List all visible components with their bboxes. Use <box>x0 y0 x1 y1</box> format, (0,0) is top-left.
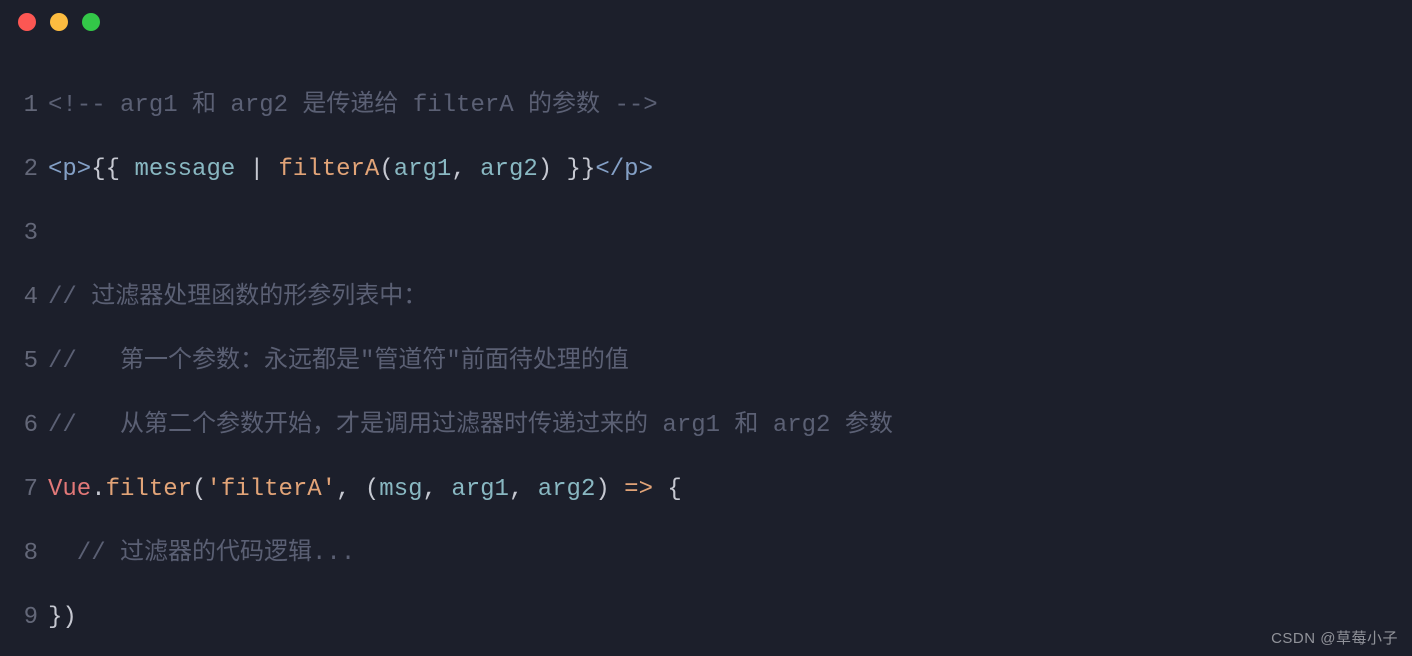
code-line: 7 Vue.filter('filterA', (msg, arg1, arg2)… <box>0 478 1412 502</box>
close-icon[interactable] <box>18 13 36 31</box>
token: ) <box>595 476 624 503</box>
token: | <box>235 156 278 183</box>
token: . <box>91 476 105 503</box>
code-line: 3 <box>0 222 1412 246</box>
line-number: 3 <box>0 222 38 246</box>
window-titlebar <box>0 0 1412 44</box>
line-number: 9 <box>0 606 38 630</box>
code-line: 8 // 过滤器的代码逻辑... <box>0 542 1412 566</box>
token: <p> <box>48 156 91 183</box>
minimize-icon[interactable] <box>50 13 68 31</box>
token: // 从第二个参数开始，才是调用过滤器时传递过来的 arg1 和 arg2 参数 <box>48 412 893 439</box>
line-number: 8 <box>0 542 38 566</box>
token: , ( <box>336 476 379 503</box>
line-number: 4 <box>0 286 38 310</box>
token: }) <box>48 604 77 631</box>
code-line: 2 <p>{{ message | filterA(arg1, arg2) }}<… <box>0 158 1412 182</box>
token: message <box>134 156 235 183</box>
token: arg1 <box>394 156 452 183</box>
line-content: // 第一个参数：永远都是"管道符"前面待处理的值 <box>48 350 629 374</box>
line-number: 5 <box>0 350 38 374</box>
token: msg <box>379 476 422 503</box>
token: => <box>624 476 653 503</box>
token: ( <box>192 476 206 503</box>
token: filterA <box>278 156 379 183</box>
line-number: 2 <box>0 158 38 182</box>
token: {{ <box>91 156 134 183</box>
token: , <box>451 156 480 183</box>
line-content: <p>{{ message | filterA(arg1, arg2) }}</… <box>48 158 653 182</box>
line-content: // 从第二个参数开始，才是调用过滤器时传递过来的 arg1 和 arg2 参数 <box>48 414 893 438</box>
line-content: // 过滤器的代码逻辑... <box>48 542 355 566</box>
token: , <box>509 476 538 503</box>
line-number: 6 <box>0 414 38 438</box>
token: Vue <box>48 476 91 503</box>
watermark-text: CSDN @草莓小子 <box>1271 627 1398 648</box>
token: // 过滤器处理函数的形参列表中： <box>48 284 427 311</box>
token: { <box>653 476 682 503</box>
line-content: // 过滤器处理函数的形参列表中： <box>48 286 427 310</box>
token: , <box>423 476 452 503</box>
code-line: 9}) <box>0 606 1412 630</box>
line-content: <!-- arg1 和 arg2 是传递给 filterA 的参数 --> <box>48 94 658 118</box>
token: arg2 <box>480 156 538 183</box>
token: ( <box>379 156 393 183</box>
zoom-icon[interactable] <box>82 13 100 31</box>
code-line: 4 // 过滤器处理函数的形参列表中： <box>0 286 1412 310</box>
line-number: 1 <box>0 94 38 118</box>
token: arg2 <box>538 476 596 503</box>
token: filter <box>106 476 192 503</box>
token: arg1 <box>451 476 509 503</box>
token: ) }} <box>538 156 596 183</box>
line-content: }) <box>48 606 77 630</box>
token: <!-- arg1 和 arg2 是传递给 filterA 的参数 --> <box>48 92 658 119</box>
token: // 第一个参数：永远都是"管道符"前面待处理的值 <box>48 348 629 375</box>
token: // 过滤器的代码逻辑... <box>48 540 355 567</box>
token: </p> <box>595 156 653 183</box>
code-line: 6 // 从第二个参数开始，才是调用过滤器时传递过来的 arg1 和 arg2 参… <box>0 414 1412 438</box>
code-line: 1 <!-- arg1 和 arg2 是传递给 filterA 的参数 --> <box>0 94 1412 118</box>
line-content: Vue.filter('filterA', (msg, arg1, arg2) … <box>48 478 682 502</box>
code-editor: 1 <!-- arg1 和 arg2 是传递给 filterA 的参数 --> 2 <… <box>0 44 1412 630</box>
line-number: 7 <box>0 478 38 502</box>
code-line: 5 // 第一个参数：永远都是"管道符"前面待处理的值 <box>0 350 1412 374</box>
token: 'filterA' <box>206 476 336 503</box>
